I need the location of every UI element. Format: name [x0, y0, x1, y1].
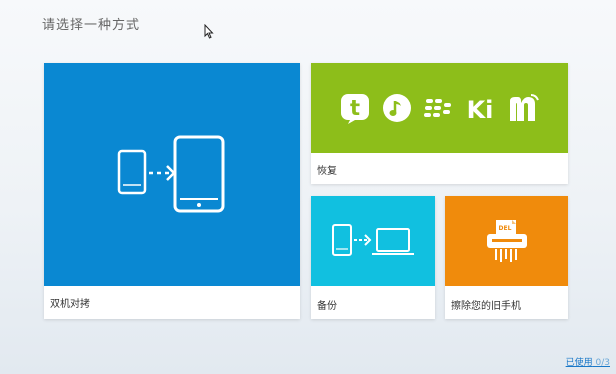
- restore-label: 恢复: [317, 166, 337, 177]
- usage-link[interactable]: 已使用 0/3: [566, 355, 610, 368]
- phone-to-phone-art: [44, 63, 300, 286]
- phone-to-laptop-icon: [332, 224, 414, 256]
- mouse-cursor-icon: [204, 24, 214, 39]
- blackberry-icon: [423, 99, 451, 117]
- erase-art: DEL: [445, 196, 568, 286]
- shredder-icon: DEL: [486, 220, 527, 262]
- phone-to-phone-label: 双机对拷: [50, 299, 90, 310]
- restore-tile[interactable]: t Ki 恢复: [311, 63, 568, 184]
- page-title: 请选择一种方式: [42, 18, 141, 33]
- erase-phone-tile[interactable]: DEL 擦除您的旧手机: [445, 196, 568, 319]
- backup-tile[interactable]: 备份: [311, 196, 435, 319]
- restore-art: t Ki: [311, 63, 568, 153]
- phone-to-phone-tile[interactable]: 双机对拷: [44, 63, 300, 319]
- del-text: DEL: [498, 225, 511, 232]
- usage-label: 已使用: [565, 358, 593, 368]
- phone-transfer-icon: [117, 135, 225, 212]
- messaging-m-icon: [509, 94, 539, 121]
- kik-icon: Ki: [466, 96, 493, 123]
- backup-label: 备份: [317, 301, 337, 312]
- erase-phone-label: 擦除您的旧手机: [451, 301, 521, 312]
- music-icon: [382, 94, 411, 122]
- svg-text:Ki: Ki: [466, 96, 493, 123]
- tango-icon: t: [340, 94, 369, 124]
- usage-count: 0/3: [595, 358, 610, 368]
- backup-art: [311, 196, 435, 286]
- svg-text:t: t: [349, 96, 359, 120]
